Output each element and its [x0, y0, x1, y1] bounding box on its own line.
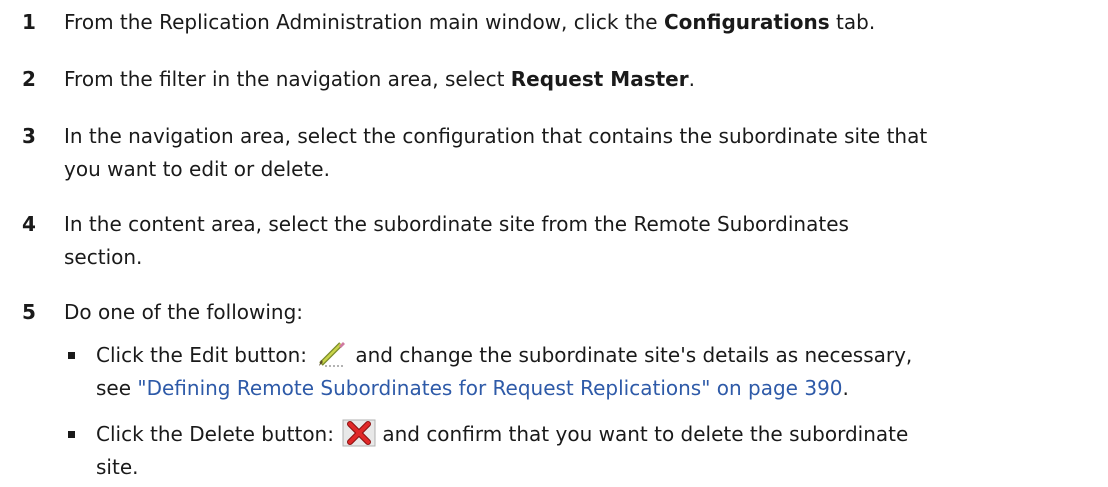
red-x-icon: [342, 419, 376, 447]
step-number: 2: [22, 67, 36, 91]
step-number: 1: [22, 10, 36, 34]
step-text: In the navigation area, select the confi…: [64, 120, 1094, 186]
step-text-line-2: section.: [64, 245, 143, 269]
request-master-filter-name: Request Master: [510, 67, 689, 91]
bullet-text: Click the Delete button: and confirm tha…: [96, 418, 1096, 484]
step-text-post: .: [688, 67, 695, 91]
step-text-line-2: you want to edit or delete.: [64, 157, 330, 181]
bullet-text-post: and confirm that you want to delete the …: [382, 422, 909, 446]
configurations-tab-name: Configurations: [663, 10, 830, 34]
bullet-text-pre: Click the Delete button:: [96, 422, 334, 446]
bullet-line-2-post: .: [842, 376, 849, 400]
defining-remote-subordinates-link[interactable]: "Defining Remote Subordinates for Reques…: [137, 376, 842, 400]
bullet-line-1: Click the Delete button: and confirm tha…: [96, 418, 1096, 451]
bullet-line-1: Click the Edit button: and change the su…: [96, 339, 1096, 372]
bullet-square-icon: [68, 352, 75, 359]
bullet-square-icon: [68, 431, 75, 438]
step-number: 4: [22, 212, 36, 236]
step-text: Do one of the following:: [64, 300, 304, 324]
step-number: 3: [22, 124, 36, 148]
bullet-text-pre: Click the Edit button:: [96, 343, 307, 367]
step-number: 5: [22, 300, 36, 324]
bullet-text-post: and change the subordinate site's detail…: [355, 343, 913, 367]
step-text-post: tab.: [829, 10, 876, 34]
bullet-text: Click the Edit button: and change the su…: [96, 339, 1096, 405]
bullet-line-2: site.: [96, 455, 139, 479]
bullet-line-2: see "Defining Remote Subordinates for Re…: [96, 372, 1096, 405]
pencil-icon: [315, 340, 349, 368]
step-text: From the filter in the navigation area, …: [64, 63, 1094, 96]
step-text-pre: From the filter in the navigation area, …: [64, 67, 511, 91]
bullet-line-2-pre: see: [96, 376, 138, 400]
procedure-page: 1 From the Replication Administration ma…: [0, 0, 1108, 487]
step-text-line-1: In the navigation area, select the confi…: [64, 124, 928, 148]
step-text: From the Replication Administration main…: [64, 6, 1094, 39]
step-text-line-1: In the content area, select the subordin…: [64, 212, 849, 236]
step-text-pre: From the Replication Administration main…: [64, 10, 664, 34]
step-text: In the content area, select the subordin…: [64, 208, 1094, 274]
